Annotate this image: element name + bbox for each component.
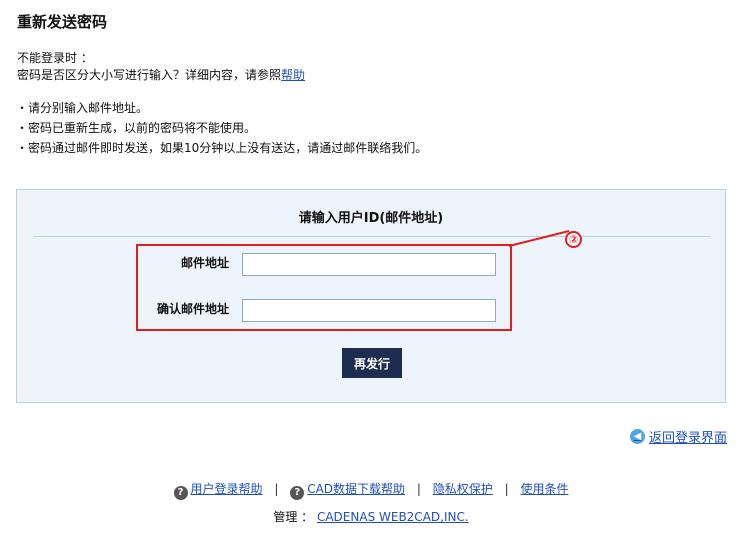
intro-line-2-text: 密码是否区分大小写进行输入？详细内容，请参照 [17, 68, 282, 82]
form-divider [33, 236, 711, 237]
footer-separator: | [274, 482, 279, 496]
help-link[interactable]: 帮助 [281, 68, 305, 82]
page-title: 重新发送密码 [17, 13, 108, 31]
footer-separator: | [416, 482, 421, 496]
note-item: ・密码已重新生成，以前的密码将不能使用。 [16, 121, 257, 135]
callout-line [508, 230, 570, 247]
email-label: 邮件地址 [180, 256, 229, 270]
back-to-login-link[interactable]: ◀ 返回登录界面 [629, 427, 727, 446]
question-icon: ? [173, 486, 188, 500]
privacy-link[interactable]: 隐私权保护 [433, 482, 493, 496]
resend-form-panel: 请输入用户ID(邮件地址) ② 邮件地址 确认邮件地址 再发行 [16, 189, 726, 403]
confirm-email-field[interactable] [242, 299, 496, 322]
user-login-help-link[interactable]: 用户登录帮助 [191, 482, 263, 496]
confirm-email-label: 确认邮件地址 [156, 302, 229, 316]
admin-line: 管理 ： CADENAS WEB2CAD,INC. [0, 508, 742, 525]
callout-number-badge: ② [565, 231, 582, 248]
note-item: ・密码通过邮件即时发送，如果10分钟以上没有送达，请通过邮件联络我们。 [16, 141, 428, 155]
back-to-login-label: 返回登录界面 [648, 431, 727, 446]
reissue-button[interactable]: 再发行 [342, 348, 402, 378]
admin-company-link[interactable]: CADENAS WEB2CAD,INC. [317, 510, 469, 524]
note-item: ・请分别输入邮件地址。 [16, 101, 149, 115]
admin-label: 管理 ： [273, 510, 314, 524]
notes-list: ・请分别输入邮件地址。 ・密码已重新生成，以前的密码将不能使用。 ・密码通过邮件… [16, 98, 427, 158]
intro-text: 不能登录时 ： 密码是否区分大小写进行输入？详细内容，请参照帮助 [17, 50, 305, 84]
back-arrow-icon: ◀ [629, 429, 645, 444]
cad-download-help-link[interactable]: CAD数据下载帮助 [307, 482, 405, 496]
footer-links: ? 用户登录帮助 | ? CAD数据下载帮助 | 隐私权保护 | 使用条件 [0, 480, 742, 500]
form-title: 请输入用户ID(邮件地址) [298, 211, 444, 226]
email-field[interactable] [242, 253, 496, 276]
terms-link[interactable]: 使用条件 [520, 482, 568, 496]
intro-line-2: 密码是否区分大小写进行输入？详细内容，请参照帮助 [17, 67, 305, 84]
intro-line-1: 不能登录时 ： [17, 51, 93, 65]
footer-separator: | [504, 482, 509, 496]
question-icon: ? [290, 486, 305, 500]
